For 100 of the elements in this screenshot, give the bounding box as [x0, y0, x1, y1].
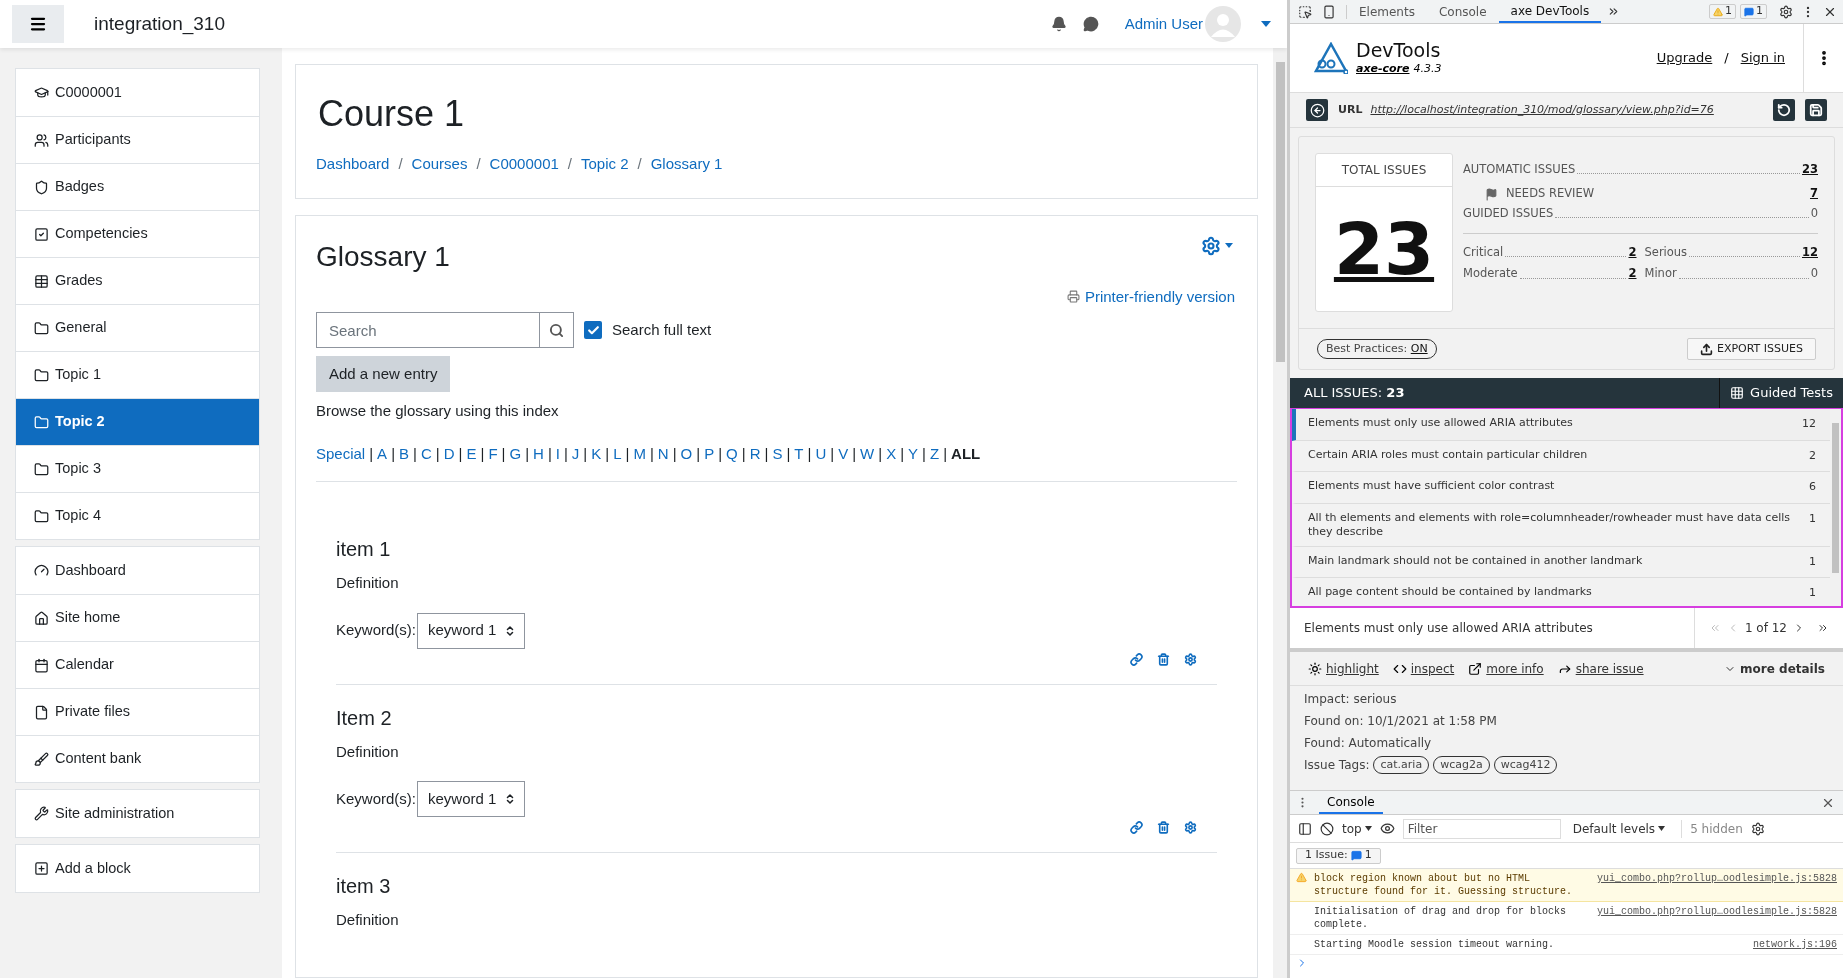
index-letter[interactable]: W [860, 442, 875, 465]
devtools-tab[interactable]: Elements [1347, 0, 1427, 23]
issue-row[interactable]: Elements must have sufficient color contrast 6 [1292, 472, 1830, 504]
breadcrumb-link[interactable]: Topic 2 [581, 153, 629, 176]
warnings-badge[interactable]: 1 [1709, 4, 1736, 19]
index-letter[interactable]: Y [908, 442, 919, 465]
nav-item[interactable]: Private files [16, 688, 259, 735]
keyword-select[interactable]: keyword 1 [417, 612, 526, 649]
index-letter[interactable]: J [571, 442, 580, 465]
index-letter[interactable]: N [657, 442, 669, 465]
source-link[interactable]: yui_combo.php?rollup…oodlesimple.js:5828 [1596, 905, 1837, 918]
index-letter[interactable]: I [555, 442, 560, 465]
export-issues-button[interactable]: EXPORT ISSUES [1686, 338, 1816, 360]
index-letter[interactable]: X [886, 442, 897, 465]
course-title: Course 1 [318, 92, 466, 136]
issue-row[interactable]: Certain ARIA roles must contain particular children 2 [1292, 440, 1830, 472]
nav-item[interactable]: Topic 2 [16, 398, 259, 445]
index-letter[interactable]: A [377, 442, 388, 465]
nav-item[interactable]: Add a block [16, 845, 259, 892]
axe-core-link[interactable]: axe-core [1356, 60, 1410, 78]
nav-item[interactable]: Topic 4 [16, 492, 259, 539]
breadcrumb-link[interactable]: Courses [411, 153, 468, 176]
impact-count[interactable]: 12 [1802, 244, 1818, 262]
entry-title: item 3 [336, 874, 392, 899]
nav-label: Calendar [55, 655, 114, 675]
index-letter[interactable]: Z [930, 442, 940, 465]
issue-row[interactable]: All th elements and elements with role=columnheader/rowheader must have data cells they describe 1 [1292, 503, 1830, 547]
action-link[interactable]: more info [1486, 659, 1544, 678]
nav-label: Topic 3 [55, 459, 101, 479]
index-letter[interactable]: S [772, 442, 783, 465]
action-link[interactable]: highlight [1326, 659, 1379, 678]
index-letter[interactable]: R [749, 442, 761, 465]
source-link[interactable]: yui_combo.php?rollup…oodlesimple.js:5828 [1596, 872, 1837, 885]
index-letter[interactable]: T [794, 442, 804, 465]
index-letter[interactable]: Q [726, 442, 738, 465]
source-link[interactable]: network.js:196 [1753, 938, 1837, 951]
index-letter[interactable]: Special [316, 442, 366, 465]
impact-count[interactable]: 2 [1628, 265, 1637, 283]
index-letter[interactable]: F [488, 442, 498, 465]
keyword-select[interactable]: keyword 1 [417, 781, 526, 817]
nav-item[interactable]: C0000001 [16, 69, 259, 116]
nav-item[interactable]: Topic 3 [16, 445, 259, 492]
nav-item[interactable]: General [16, 304, 259, 351]
needs-review-count[interactable]: 7 [1810, 185, 1818, 203]
index-letter[interactable]: V [838, 442, 849, 465]
index-letter[interactable]: L [613, 442, 622, 465]
index-letter[interactable]: O [680, 442, 693, 465]
nav-item[interactable]: Site home [16, 594, 259, 641]
impact-count[interactable]: 2 [1628, 244, 1637, 262]
nav-item[interactable]: Competencies [16, 210, 259, 257]
index-letter[interactable]: ALL [951, 442, 981, 465]
index-letter[interactable]: H [533, 442, 544, 465]
index-letter[interactable]: K [591, 442, 602, 465]
upgrade-link[interactable]: Upgrade [1656, 48, 1713, 68]
breadcrumb-link[interactable]: Dashboard [316, 153, 390, 176]
nav-item[interactable]: Grades [16, 257, 259, 304]
action-link[interactable]: share issue [1575, 659, 1644, 678]
more-details-toggle[interactable]: more details [1740, 659, 1825, 678]
printer-friendly-link[interactable]: Printer-friendly version [1084, 285, 1235, 308]
nav-item[interactable]: Dashboard [16, 547, 259, 594]
index-letter[interactable]: D [443, 442, 455, 465]
action-link[interactable]: inspect [1410, 659, 1455, 678]
context-select[interactable]: top [1342, 819, 1372, 838]
nav-item[interactable]: Site administration [16, 790, 259, 837]
index-letter[interactable]: U [815, 442, 827, 465]
tags-label: Issue Tags: [1304, 757, 1370, 774]
browse-text: Browse the glossary using this index [316, 401, 560, 421]
issue-row[interactable]: Main landmark should not be contained in another landmark 1 [1292, 546, 1830, 578]
sign-in-link[interactable]: Sign in [1740, 48, 1785, 68]
messages-badge[interactable]: 1 [1740, 4, 1767, 19]
nav-item[interactable]: Badges [16, 163, 259, 210]
index-separator: | [764, 443, 769, 464]
console-tab[interactable]: Console [1319, 791, 1383, 814]
breadcrumb-link[interactable]: C0000001 [489, 153, 559, 176]
index-letter[interactable]: G [509, 442, 522, 465]
index-letter[interactable]: M [633, 442, 646, 465]
issue-type-count[interactable]: 23 [1802, 161, 1818, 179]
index-letter[interactable]: C [420, 442, 432, 465]
search-field[interactable]: Search [316, 312, 540, 348]
url-link[interactable]: http://localhost/integration_310/mod/glossary/view.php?id=76 [1370, 101, 1714, 119]
nav-item[interactable]: Calendar [16, 641, 259, 688]
issue-row[interactable]: Elements must only use allowed ARIA attributes 12 [1292, 409, 1830, 441]
breadcrumb-link[interactable]: Glossary 1 [650, 153, 723, 176]
add-entry-button[interactable]: Add a new entry [316, 356, 451, 392]
index-letter[interactable]: E [466, 442, 477, 465]
index-letter[interactable]: B [399, 442, 410, 465]
nav-label: Grades [55, 271, 103, 291]
nav-item[interactable]: Content bank [16, 735, 259, 782]
user-name[interactable]: Admin User [1124, 12, 1203, 36]
devtools-tab[interactable]: Console [1426, 0, 1499, 23]
nav-label: C0000001 [55, 82, 122, 102]
nav-item[interactable]: Participants [16, 116, 259, 163]
index-letter[interactable]: P [704, 442, 715, 465]
total-issues-count[interactable]: 23 [1333, 209, 1435, 289]
index-separator: | [501, 443, 506, 464]
issues-badge[interactable]: 1 Issue: 1 [1296, 847, 1381, 864]
filter-field[interactable]: Filter [1402, 818, 1561, 839]
guided-tests-link[interactable]: Guided Tests [1750, 383, 1833, 403]
index-separator: | [547, 443, 552, 464]
levels-select[interactable]: Default levels [1572, 819, 1666, 838]
